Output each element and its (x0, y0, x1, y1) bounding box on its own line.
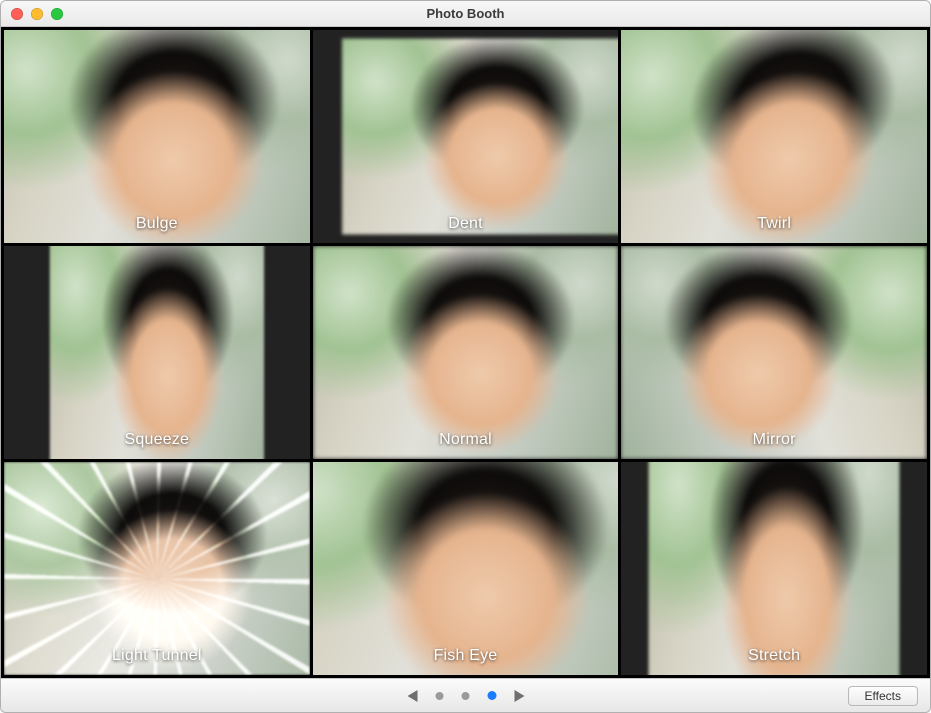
effect-label: Stretch (621, 647, 927, 665)
effect-preview (313, 462, 619, 675)
effect-cell-stretch[interactable]: Stretch (621, 462, 927, 675)
page-dot-1[interactable] (435, 692, 443, 700)
effect-cell-twirl[interactable]: Twirl (621, 30, 927, 243)
effect-cell-bulge[interactable]: Bulge (4, 30, 310, 243)
effect-preview (4, 30, 310, 243)
effect-preview (4, 462, 310, 675)
effect-label: Bulge (4, 215, 310, 233)
effects-button[interactable]: Effects (848, 686, 918, 706)
effects-grid: Bulge Dent Twirl Squeeze Normal Mirror L… (1, 27, 930, 678)
effect-preview (313, 246, 619, 459)
effect-label: Mirror (621, 431, 927, 449)
effects-pager (407, 690, 524, 702)
effects-button-label: Effects (865, 689, 901, 703)
page-dot-2[interactable] (461, 692, 469, 700)
effect-label: Dent (313, 215, 619, 233)
effect-label: Fish Eye (313, 647, 619, 665)
effect-cell-normal[interactable]: Normal (313, 246, 619, 459)
effect-preview (50, 246, 264, 459)
effect-label: Light Tunnel (4, 647, 310, 665)
effect-preview (342, 39, 619, 235)
effect-label: Squeeze (4, 431, 310, 449)
photo-booth-window: Photo Booth Bulge Dent Twirl Squeeze Nor… (0, 0, 931, 713)
effect-cell-squeeze[interactable]: Squeeze (4, 246, 310, 459)
effect-preview (621, 246, 927, 459)
effect-label: Twirl (621, 215, 927, 233)
effect-cell-fish-eye[interactable]: Fish Eye (313, 462, 619, 675)
effect-cell-dent[interactable]: Dent (313, 30, 619, 243)
titlebar: Photo Booth (1, 1, 930, 27)
effect-label: Normal (313, 431, 619, 449)
next-page-arrow-icon[interactable] (514, 690, 524, 702)
effect-preview (621, 30, 927, 243)
effect-cell-light-tunnel[interactable]: Light Tunnel (4, 462, 310, 675)
previous-page-arrow-icon[interactable] (407, 690, 417, 702)
bottom-toolbar: Effects (1, 678, 930, 712)
effect-preview (649, 462, 900, 675)
effect-cell-mirror[interactable]: Mirror (621, 246, 927, 459)
page-dot-3[interactable] (487, 691, 496, 700)
window-title: Photo Booth (1, 6, 930, 21)
